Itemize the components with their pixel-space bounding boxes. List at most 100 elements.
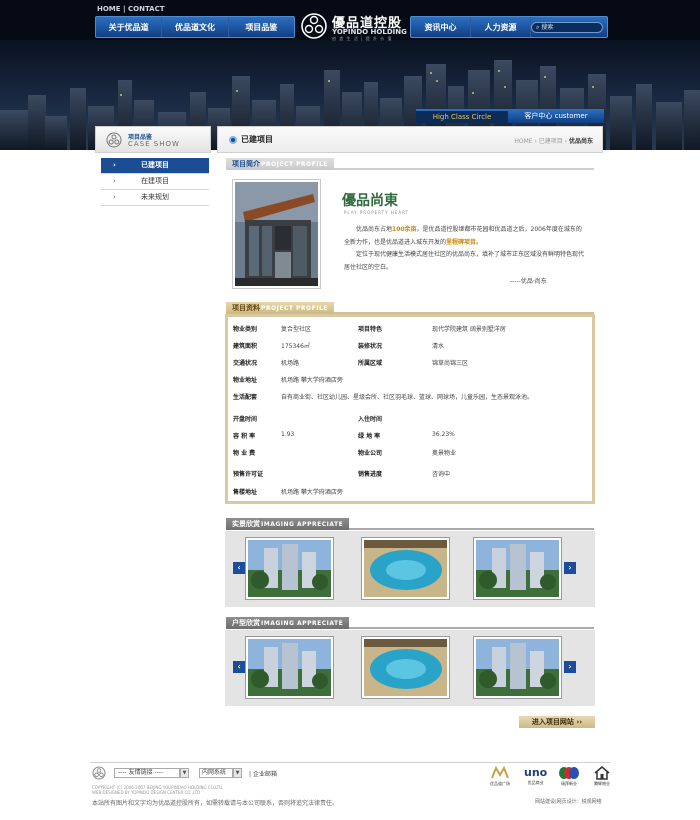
chevron-down-icon[interactable]: ▼: [180, 768, 189, 778]
nav-item-projects[interactable]: 项目品鉴: [229, 17, 294, 37]
info-key: 所属区域: [358, 360, 383, 367]
uno-logo-icon: uno: [524, 766, 548, 779]
info-key: 物业类别: [233, 326, 258, 333]
nav-item-news[interactable]: 资讯中心: [411, 17, 471, 37]
gallery-thumb-towers[interactable]: [245, 537, 334, 600]
info-value: 锦草尚锦三区: [432, 360, 469, 367]
project-building-image: [235, 182, 318, 286]
top-links-separator: |: [123, 5, 126, 13]
intro-tab-label: 项目简介PROJECT PROFILE: [226, 158, 334, 170]
logo-slogan: 创 造 生 活 | 提 升 价 值: [332, 36, 393, 41]
enter-project-site-button[interactable]: 进入项目网站 ››: [519, 716, 595, 728]
pool-image: [364, 540, 447, 597]
home-link[interactable]: HOME: [97, 5, 121, 13]
tab-high-class-circle[interactable]: High Class Circle: [416, 109, 508, 123]
intro-tab-cn: 项目简介: [232, 160, 260, 168]
sidebar-item-planned[interactable]: › 未来规划: [101, 190, 209, 206]
footer-separator: |: [249, 771, 252, 778]
partner-property[interactable]: 腾辉物业: [593, 766, 611, 787]
gallery-next-button[interactable]: ›: [564, 661, 576, 673]
search-input[interactable]: ⌕ 搜索: [531, 22, 603, 33]
gallery-layout-tab: 户型欣赏IMAGING APPRECIATE: [226, 617, 594, 629]
chevron-right-icon: ›: [113, 161, 116, 169]
gallery-prev-button[interactable]: ‹: [233, 661, 245, 673]
chevron-down-icon[interactable]: ▼: [233, 768, 242, 778]
info-key: 开盘时间: [233, 416, 258, 423]
towers-image: [476, 540, 559, 597]
partner-label: 瑞拜新业: [561, 781, 577, 786]
info-value: 咨询中: [432, 471, 451, 478]
desc-text: 优品尚东占地: [356, 226, 393, 233]
sidebar-item-built[interactable]: › 已建项目: [101, 158, 209, 174]
gallery-thumb-towers-2[interactable]: [473, 636, 562, 699]
info-value: 1.93: [281, 431, 295, 438]
info-tab-label: 项目资料PROJECT PROFILE: [226, 302, 334, 314]
gallery-real-tab: 实景欣赏IMAGING APPRECIATE: [226, 518, 594, 530]
design-credit-link[interactable]: 网站建设|网页设计：锐观网络: [535, 798, 602, 805]
intranet-select[interactable]: 内网系统: [199, 768, 233, 778]
gallery-thumb-towers[interactable]: [245, 636, 334, 699]
description-paragraph-2: 定位于现代健康生活模式居住社区的优品尚东，填补了城市正东区域没有鲜明特色现代居住…: [344, 251, 585, 271]
pool-image: [364, 639, 447, 696]
info-value: 机场路 攀大学府酒店旁: [281, 489, 343, 496]
desc-highlight-area: 100余亩: [392, 226, 417, 233]
gallery-real-carousel: ‹ ›: [225, 531, 595, 607]
contact-link[interactable]: CONTACT: [128, 5, 165, 13]
project-description: 优品尚东占地100余亩，是优品道控股继都市花园和优品道之后，2006年度在城东的…: [344, 224, 586, 274]
plaza-logo-icon: [491, 765, 509, 779]
info-value: 36.23%: [432, 431, 455, 438]
info-value: 奥景物业: [432, 450, 457, 457]
sidebar-title-en: CASE SHOW: [128, 140, 180, 148]
enterprise-mail-link[interactable]: 企业邮箱: [253, 771, 277, 778]
logo-emblem-icon: [301, 13, 327, 39]
info-section-tab: 项目资料PROJECT PROFILE: [226, 302, 594, 314]
house-logo-icon: [594, 766, 610, 780]
info-value: 175346㎡: [281, 343, 310, 350]
breadcrumb-home[interactable]: HOME: [514, 138, 532, 145]
partner-ruibai[interactable]: 瑞拜新业: [558, 766, 580, 787]
chevron-right-icon: ›: [113, 177, 116, 185]
content-header: 已建项目 HOME › 已建项目 › 优品尚东: [217, 126, 603, 153]
breadcrumb-level1[interactable]: 已建项目: [539, 138, 563, 145]
gallery-prev-button[interactable]: ‹: [233, 562, 245, 574]
info-key: 交通状况: [233, 360, 258, 367]
logo-text-en: YOPINDO HOLDING: [332, 28, 407, 36]
info-key: 生活配套: [233, 394, 258, 401]
info-value: 自有商业街、社区幼儿园、星级会所、社区羽毛球、篮球、网球场，儿童乐园，生态景观泳…: [281, 394, 534, 401]
gallery-real-tab-label: 实景欣赏IMAGING APPRECIATE: [226, 518, 350, 530]
gallery-thumb-towers-2[interactable]: [473, 537, 562, 600]
gallery-layout-carousel: ‹ ›: [225, 630, 595, 706]
info-key: 绿 地 率: [358, 433, 381, 440]
search-placeholder: 搜索: [541, 24, 554, 31]
footer-mail: | 企业邮箱: [249, 769, 277, 778]
info-value: 机场路 攀大学府酒店旁: [281, 377, 343, 384]
partner-commerce[interactable]: uno 优品商业: [524, 766, 547, 786]
gallery-layout-tab-en: IMAGING APPRECIATE: [261, 620, 344, 627]
bullet-circle-icon: [229, 136, 237, 144]
case-show-emblem-icon: [106, 132, 122, 148]
nav-item-about[interactable]: 关于优品道: [96, 17, 163, 37]
info-key: 预售许可证: [233, 471, 264, 478]
sidebar-menu: › 已建项目 › 在建项目 › 未来规划: [101, 158, 209, 206]
friend-links-select[interactable]: ---- 友情链接 ----: [114, 768, 180, 778]
info-key: 项目特色: [358, 326, 383, 333]
gallery-thumb-pool[interactable]: [361, 636, 450, 699]
gallery-next-button[interactable]: ›: [564, 562, 576, 574]
description-paragraph-1: 优品尚东占地100余亩，是优品道控股继都市花园和优品道之后，2006年度在城东的…: [344, 224, 586, 249]
partner-label: 优品道广场: [490, 781, 510, 786]
project-brand-name: 優品尚東: [342, 193, 398, 209]
description-signature: -----优品·尚东: [510, 278, 547, 285]
partner-plaza[interactable]: 优品道广场: [489, 765, 511, 787]
nav-item-culture[interactable]: 优品道文化: [162, 17, 229, 37]
sidebar-item-label: 在建项目: [141, 177, 169, 185]
towers-image: [476, 639, 559, 696]
gallery-thumb-pool[interactable]: [361, 537, 450, 600]
nav-item-hr[interactable]: 人力资源: [471, 17, 531, 37]
sidebar-item-building[interactable]: › 在建项目: [101, 174, 209, 190]
project-info-table: 物业类别 复合型社区 项目特色 现代学院建筑 阔景别墅洋房 建筑面积 175346㎡ …: [225, 314, 595, 504]
main-nav-left: 关于优品道 优品道文化 项目品鉴: [95, 16, 295, 38]
sidebar-header: 项目品鉴 CASE SHOW: [95, 126, 211, 153]
info-value: 清水: [432, 343, 445, 350]
gallery-layout-tab-cn: 户型欣赏: [232, 619, 260, 627]
tab-customer-center[interactable]: 客户中心 customer: [508, 109, 604, 123]
